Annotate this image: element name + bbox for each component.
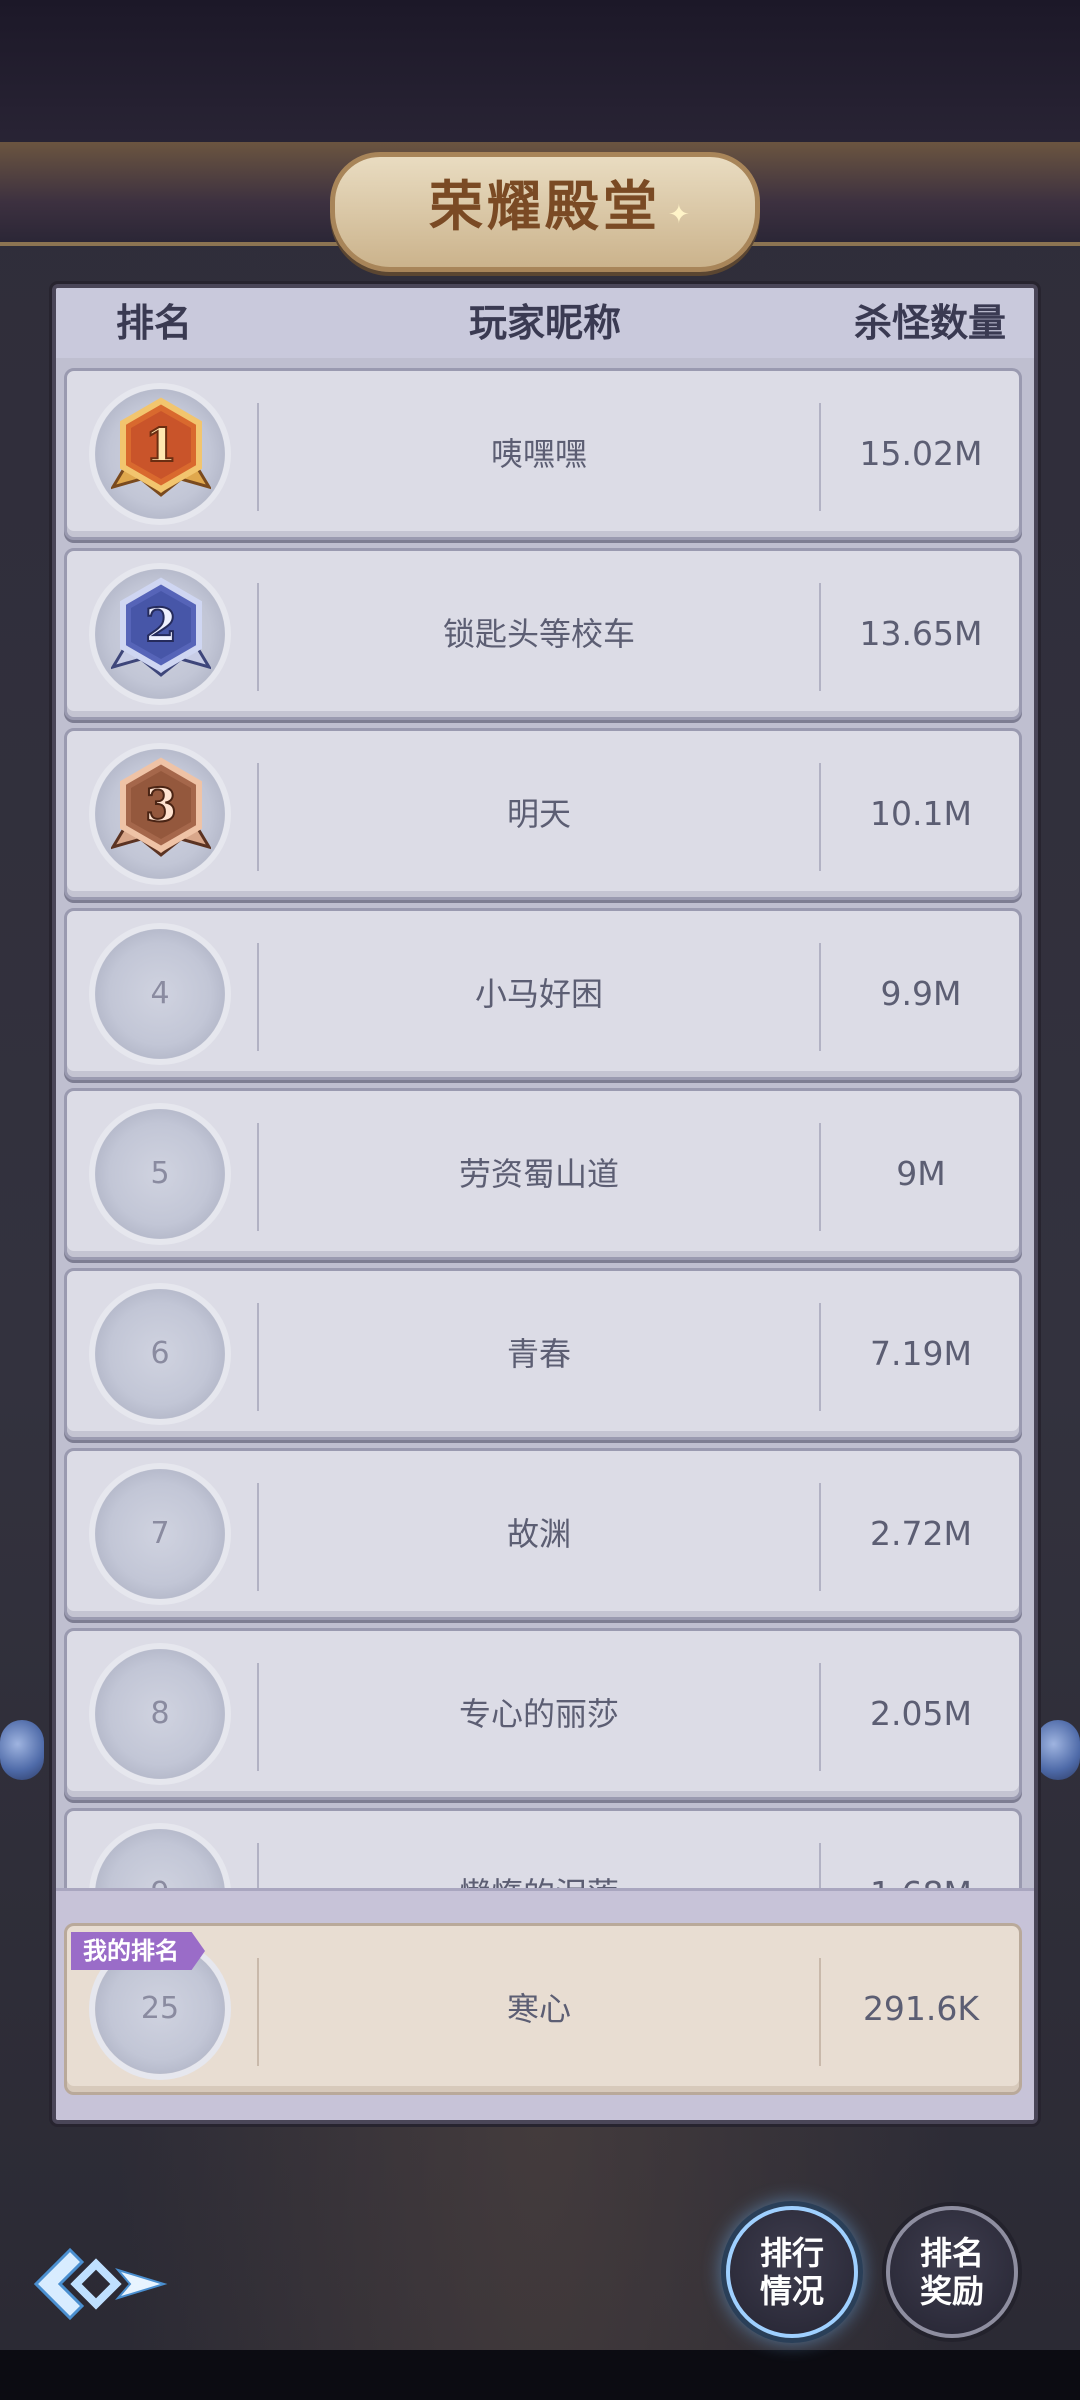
right-orb-decoration	[1036, 1720, 1080, 1780]
table-header: 排名 玩家昵称 杀怪数量	[56, 288, 1034, 358]
rank-number: 9	[95, 1829, 225, 1888]
player-name: 明天	[506, 795, 571, 833]
left-orb-decoration	[0, 1720, 44, 1780]
kill-count: 9M	[896, 1154, 946, 1193]
table-row[interactable]: 2 锁匙头等校车 13.65M	[64, 548, 1022, 720]
player-name: 锁匙头等校车	[442, 615, 635, 653]
my-rank-tag: 我的排名	[71, 1932, 205, 1970]
player-name: 劳资蜀山道	[458, 1155, 619, 1193]
kill-count: 9.9M	[880, 974, 962, 1013]
rank-number: 2	[145, 598, 177, 652]
rank-number: 4	[150, 976, 170, 1011]
rank-number: 3	[145, 778, 177, 832]
kill-count: 2.72M	[870, 1514, 972, 1553]
rank-ring: 8	[95, 1649, 225, 1779]
leaderboard-panel: 排名 玩家昵称 杀怪数量 1 咦嘿嘿 15.02M 2 锁匙头等校车 13.65…	[52, 284, 1038, 2124]
player-name: 专心的丽莎	[458, 1695, 619, 1733]
rank-number: 8	[150, 1696, 170, 1731]
rank-ring: 6	[95, 1289, 225, 1419]
top-bar	[0, 0, 1080, 160]
sparkle-icon: ✦	[668, 200, 690, 230]
bronze-medal-icon: 3	[111, 757, 211, 857]
rank-ring: 7	[95, 1469, 225, 1599]
kill-count: 13.65M	[859, 614, 983, 653]
gold-medal-icon: 1	[111, 397, 211, 497]
rank-ring: 4	[95, 929, 225, 1059]
table-row[interactable]: 1 咦嘿嘿 15.02M	[64, 368, 1022, 540]
kill-count: 7.19M	[870, 1334, 972, 1373]
button-label-line: 奖励	[919, 2272, 984, 2310]
header-kills: 杀怪数量	[853, 301, 1006, 345]
player-name: 咦嘿嘿	[490, 435, 587, 473]
rank-number: 1	[145, 418, 177, 472]
button-label-line: 排名	[919, 2234, 984, 2272]
player-name: 寒心	[506, 1990, 571, 2028]
rank-ring: 9	[95, 1829, 225, 1888]
player-name: 青春	[506, 1335, 571, 1373]
ranking-status-label: 排行 情况	[760, 2234, 824, 2310]
table-row[interactable]: 4 小马好困 9.9M	[64, 908, 1022, 1080]
page-title: 荣耀殿堂	[429, 175, 661, 238]
rank-ring: 5	[95, 1109, 225, 1239]
ranking-status-button[interactable]: 排行 情况	[726, 2206, 858, 2338]
title-banner: 荣耀殿堂 ✦	[0, 142, 1080, 272]
player-name: 懒惰的泪莲	[259, 1811, 819, 1888]
table-row[interactable]: 9 懒惰的泪莲 1.68M	[64, 1808, 1022, 1888]
table-row[interactable]: 6 青春 7.19M	[64, 1268, 1022, 1440]
rank-reward-button[interactable]: 排名 奖励	[886, 2206, 1018, 2338]
bottom-bar	[0, 2350, 1080, 2400]
back-logo-icon[interactable]	[30, 2244, 170, 2324]
kill-count: 1.68M	[821, 1811, 1021, 1888]
kill-count: 2.05M	[870, 1694, 972, 1733]
kill-count: 15.02M	[859, 434, 983, 473]
silver-medal-icon: 2	[111, 577, 211, 677]
my-rank-row[interactable]: 25 我的排名 寒心 291.6K	[64, 1923, 1022, 2095]
kill-count: 291.6K	[862, 1989, 980, 2028]
table-row[interactable]: 3 明天 10.1M	[64, 728, 1022, 900]
rank-number: 6	[150, 1336, 170, 1371]
player-name: 故渊	[506, 1515, 571, 1553]
table-row[interactable]: 7 故渊 2.72M	[64, 1448, 1022, 1620]
table-row[interactable]: 5 劳资蜀山道 9M	[64, 1088, 1022, 1260]
button-label-line: 排行	[759, 2234, 824, 2272]
table-row[interactable]: 8 专心的丽莎 2.05M	[64, 1628, 1022, 1800]
kill-count: 10.1M	[870, 794, 972, 833]
rank-reward-label: 排名 奖励	[920, 2234, 984, 2310]
ranking-list[interactable]: 1 咦嘿嘿 15.02M 2 锁匙头等校车 13.65M 3 明天 10.1M …	[56, 358, 1034, 1888]
player-name: 小马好困	[474, 975, 603, 1013]
button-label-line: 情况	[759, 2272, 824, 2310]
rank-number: 5	[150, 1156, 170, 1191]
rank-number: 7	[150, 1516, 170, 1551]
